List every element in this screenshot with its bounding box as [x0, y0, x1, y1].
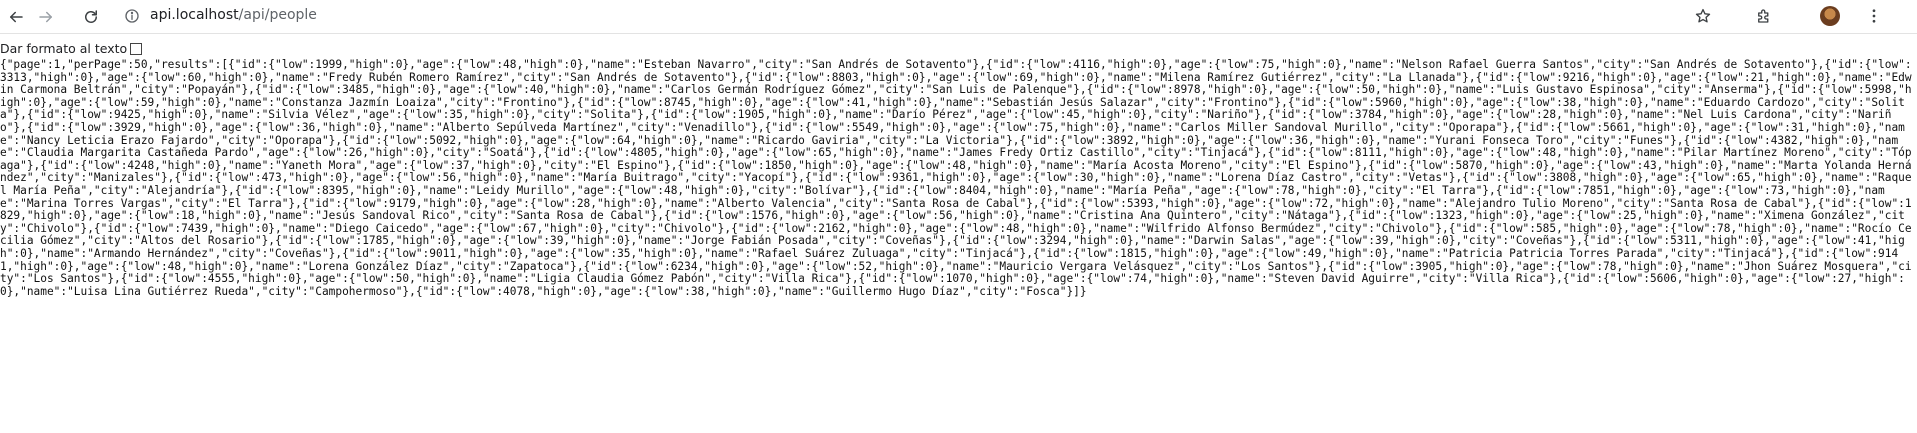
address-bar[interactable]: api.localhost/api/people [150, 7, 317, 23]
site-info-icon[interactable] [124, 8, 140, 24]
star-icon[interactable] [1694, 7, 1712, 25]
pretty-print-checkbox[interactable] [130, 42, 143, 55]
reload-icon[interactable] [80, 6, 102, 28]
extensions-icon[interactable] [1755, 7, 1773, 25]
avatar[interactable] [1820, 6, 1840, 26]
back-icon[interactable] [5, 6, 27, 28]
pretty-print-row: Dar formato al texto [0, 41, 143, 56]
url-path: /api/people [238, 7, 317, 23]
json-response-body: {"page":1,"perPage":50,"results":[{"id":… [0, 58, 1912, 298]
url-host: api.localhost [150, 7, 239, 23]
pretty-print-label: Dar formato al texto [0, 41, 128, 56]
more-menu-icon[interactable] [1865, 7, 1883, 25]
browser-toolbar: api.localhost/api/people [0, 0, 1917, 34]
forward-icon[interactable] [35, 6, 57, 28]
